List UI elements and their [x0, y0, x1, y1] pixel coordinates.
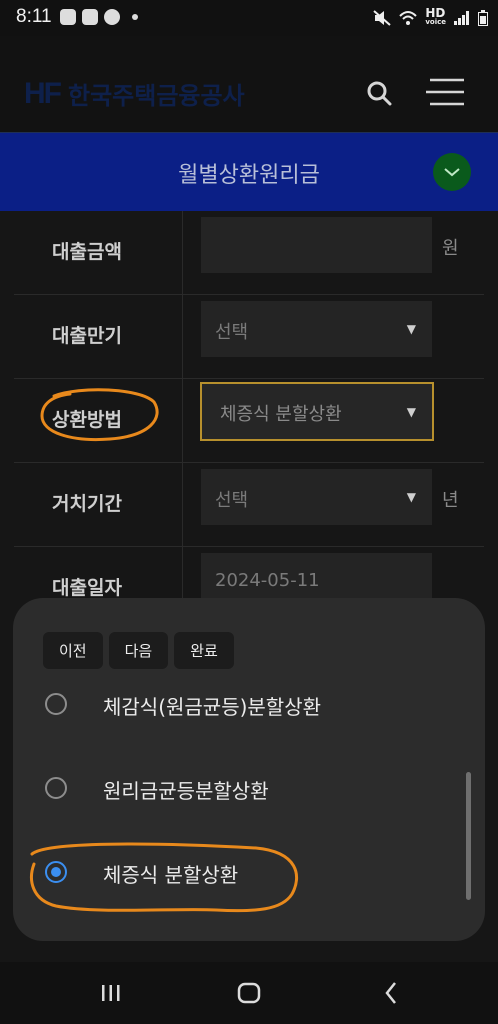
status-bar: 8:11 HD voice — [0, 0, 498, 36]
done-button[interactable]: 완료 — [174, 632, 234, 669]
form-row-loan-term: 대출만기 선택 ▼ — [14, 295, 484, 379]
annotation-circle-label — [40, 388, 159, 442]
recent-apps-icon — [102, 985, 120, 1001]
dropdown-arrow-icon: ▼ — [406, 322, 416, 336]
form-row-grace-period: 거치기간 선택 ▼ 년 — [14, 463, 484, 547]
wifi-icon — [399, 11, 418, 25]
page-title-banner: 월별상환원리금 — [0, 133, 498, 211]
radio-unchecked-icon — [45, 777, 67, 799]
home-icon — [237, 982, 261, 1004]
gallery-icon — [60, 9, 76, 25]
grace-period-label: 거치기간 — [52, 493, 122, 515]
hamburger-menu-icon[interactable] — [424, 78, 466, 106]
collapse-button[interactable] — [433, 153, 471, 191]
more-notifications-icon — [132, 14, 138, 20]
signal-icon — [454, 11, 469, 25]
notification-icons — [60, 9, 138, 25]
option-label: 원리금균등분할상환 — [103, 779, 269, 803]
home-button[interactable] — [224, 962, 274, 1024]
scrollbar[interactable] — [466, 772, 471, 900]
loan-amount-unit: 원 — [442, 238, 459, 259]
search-icon[interactable] — [366, 80, 392, 106]
app-notification-icon — [104, 9, 120, 25]
loan-term-label: 대출만기 — [52, 325, 122, 347]
battery-icon — [478, 10, 488, 26]
picker-nav: 이전 다음 완료 — [43, 632, 234, 669]
next-button[interactable]: 다음 — [108, 632, 169, 669]
hd-voice-icon: HD voice — [425, 6, 446, 26]
loan-term-select[interactable]: 선택 ▼ — [201, 301, 432, 357]
system-navigation-bar — [0, 962, 498, 1024]
repayment-method-select[interactable]: 체증식 분할상환 ▼ — [200, 382, 434, 441]
instagram-icon — [82, 9, 98, 25]
status-time: 8:11 — [16, 6, 52, 27]
dropdown-arrow-icon: ▼ — [406, 490, 416, 504]
logo-mark: HF — [24, 76, 62, 110]
dropdown-arrow-icon: ▼ — [406, 405, 416, 419]
picker-option[interactable]: 체감식(원금균등)분할상환 — [43, 685, 453, 725]
mute-icon — [373, 10, 391, 26]
site-logo[interactable]: HF 한국주택금융공사 — [24, 76, 245, 111]
back-button[interactable] — [366, 962, 416, 1024]
annotation-circle-option — [30, 842, 299, 913]
grace-period-unit: 년 — [442, 490, 459, 511]
grace-period-select[interactable]: 선택 ▼ — [201, 469, 432, 525]
recent-apps-button[interactable] — [86, 962, 136, 1024]
chevron-down-icon — [444, 168, 460, 177]
loan-date-label: 대출일자 — [52, 577, 122, 599]
prev-button[interactable]: 이전 — [43, 632, 103, 669]
back-icon — [385, 982, 396, 1004]
option-label: 체감식(원금균등)분할상환 — [103, 695, 322, 719]
radio-unchecked-icon — [45, 693, 67, 715]
page-title: 월별상환원리금 — [178, 163, 320, 188]
form-row-loan-amount: 대출금액 원 — [14, 211, 484, 295]
picker-option[interactable]: 원리금균등분할상환 — [43, 769, 453, 809]
logo-text: 한국주택금융공사 — [68, 83, 245, 110]
loan-amount-label: 대출금액 — [52, 241, 122, 263]
system-icons: HD voice — [373, 6, 488, 27]
loan-amount-input[interactable] — [201, 217, 432, 273]
